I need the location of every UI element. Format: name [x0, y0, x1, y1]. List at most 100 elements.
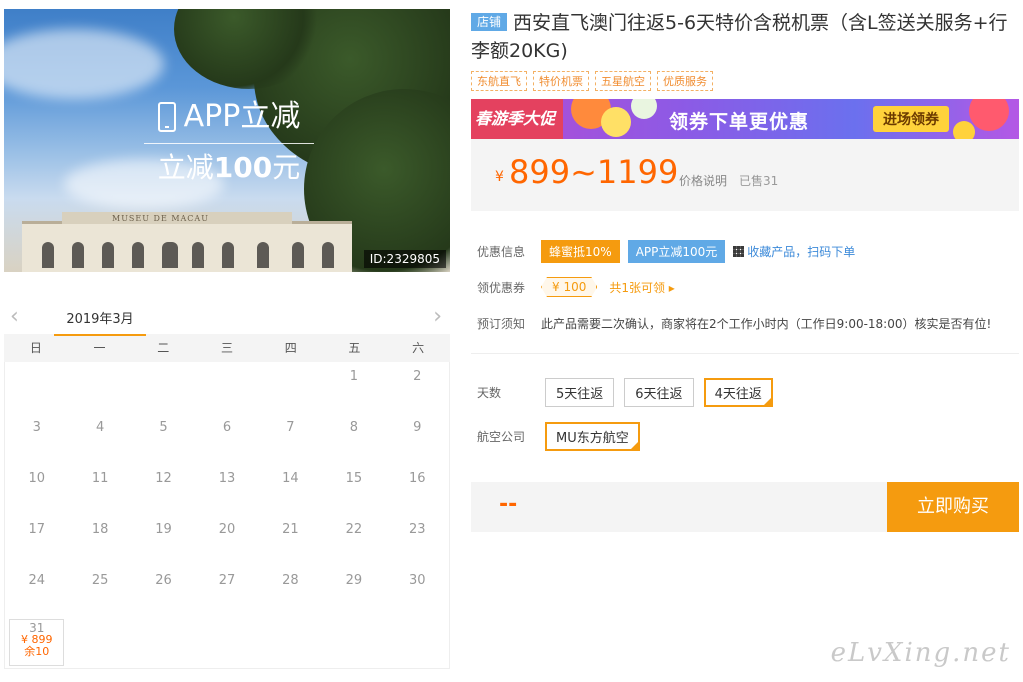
notice-text: 此产品需要二次确认，商家将在2个工作小时内（工作日9:00-18:00）核实是否…	[541, 316, 992, 331]
price-explain-link[interactable]: 价格说明	[679, 172, 727, 189]
sold-count: 已售31	[739, 174, 779, 188]
days-option[interactable]: 6天往返	[624, 377, 694, 407]
calendar-day[interactable]: 20	[195, 515, 258, 566]
calendar-day[interactable]: 3	[5, 413, 68, 464]
calendar-day[interactable]: 13	[195, 464, 258, 515]
selected-price-placeholder: --	[499, 492, 518, 517]
airline-options: MU东方航空	[545, 421, 650, 451]
buy-now-button[interactable]: 立即购买	[887, 482, 1019, 532]
days-option[interactable]: 4天往返	[703, 377, 773, 407]
calendar-month-tab[interactable]: 2019年3月	[54, 308, 146, 336]
product-detail-panel: 店铺 西安直飞澳门往返5-6天特价含税机票（含L签送关服务+行李额20KG) 东航…	[471, 9, 1019, 532]
calendar-day[interactable]: 4	[68, 413, 131, 464]
days-option[interactable]: 5天往返	[545, 377, 615, 407]
product-tag: 五星航空	[595, 71, 651, 91]
calendar-day[interactable]: 15	[322, 464, 385, 515]
calendar-empty-cell	[68, 617, 131, 668]
calendar-day[interactable]: 24	[5, 566, 68, 617]
overlay-divider	[144, 143, 314, 144]
weekday-label: 四	[284, 341, 297, 355]
building-sign: MUSEU DE MACAU	[112, 214, 209, 223]
calendar-day[interactable]: 9	[386, 413, 449, 464]
price-currency: ¥	[495, 169, 504, 185]
cloud-shape	[4, 29, 164, 99]
calendar-day-remain: 余10	[24, 645, 50, 658]
calendar-empty-cell	[68, 362, 131, 413]
product-tag: 特价机票	[533, 71, 589, 91]
calendar-empty-cell	[132, 362, 195, 413]
weekday-label: 三	[220, 341, 233, 355]
departure-calendar: ‹ 2019年3月 › 日一二三四五六 1 2 3 4 5 6 7 8 9 10 11 12 13 14 1…	[4, 300, 450, 669]
product-tag: 东航直飞	[471, 71, 527, 91]
calendar-empty-cell	[5, 362, 68, 413]
calendar-day[interactable]: 19	[132, 515, 195, 566]
weekday-label: 一	[93, 341, 106, 355]
product-title-text: 西安直飞澳门往返5-6天特价含税机票（含L签送关服务+行李额20KG)	[471, 12, 1008, 62]
weekday-label: 日	[29, 341, 42, 355]
calendar-day-available[interactable]: 31 ¥ 899 余10	[9, 619, 65, 666]
calendar-empty-cell	[195, 362, 258, 413]
mobile-phone-icon	[157, 102, 176, 132]
chevron-right-icon[interactable]: ›	[433, 304, 442, 329]
discount-label: 优惠信息	[477, 244, 526, 259]
promo-info-section: 优惠信息 蜂蜜抵10% APP立减100元 收藏产品，扫码下单 领优惠券 ¥ 1…	[471, 233, 1019, 341]
calendar-day[interactable]: 28	[259, 566, 322, 617]
promo-banner-title: 领券下单更优惠	[669, 111, 810, 133]
calendar-day[interactable]: 1	[322, 362, 385, 413]
coupon-label: 领优惠券	[477, 280, 526, 295]
days-options: 5天往返 6天往返 4天往返	[545, 377, 783, 407]
shop-badge: 店铺	[471, 13, 508, 31]
buy-bar: -- 立即购买	[471, 482, 1019, 532]
calendar-day[interactable]: 27	[195, 566, 258, 617]
flower-icon	[601, 107, 631, 137]
notice-row: 预订须知 此产品需要二次确认，商家将在2个工作小时内（工作日9:00-18:00…	[471, 305, 1019, 341]
calendar-day[interactable]: 18	[68, 515, 131, 566]
app-discount-overlay: APP立减 立减100元	[144, 97, 314, 188]
coupon-ticket[interactable]: ¥ 100	[541, 277, 597, 297]
calendar-day[interactable]: 7	[259, 413, 322, 464]
notice-label: 预订须知	[477, 316, 526, 331]
calendar-empty-cell	[132, 617, 195, 668]
calendar-day[interactable]: 25	[68, 566, 131, 617]
coupon-available-link[interactable]: 共1张可领 ▸	[609, 279, 674, 296]
chevron-left-icon[interactable]: ‹	[10, 304, 19, 329]
calendar-day[interactable]: 2	[386, 362, 449, 413]
calendar-day[interactable]: 21	[259, 515, 322, 566]
calendar-day[interactable]: 30	[386, 566, 449, 617]
calendar-day[interactable]: 5	[132, 413, 195, 464]
reduce-amount-text: 立减100元	[157, 151, 301, 184]
section-divider	[471, 353, 1019, 354]
coupon-row: 领优惠券 ¥ 100 共1张可领 ▸	[471, 269, 1019, 305]
collect-product-link[interactable]: 收藏产品，扫码下单	[747, 243, 855, 260]
calendar-day[interactable]: 17	[5, 515, 68, 566]
weekday-label: 五	[348, 341, 361, 355]
flower-icon	[969, 99, 1009, 131]
qr-code-icon	[733, 245, 745, 257]
discount-row: 优惠信息 蜂蜜抵10% APP立减100元 收藏产品，扫码下单	[471, 233, 1019, 269]
price-box: ¥ 899~1199 价格说明 已售31	[471, 139, 1019, 211]
price-range: 899~1199	[509, 153, 679, 191]
calendar-day[interactable]: 29	[322, 566, 385, 617]
calendar-empty-cell	[386, 617, 449, 668]
calendar-day[interactable]: 10	[5, 464, 68, 515]
airline-option[interactable]: MU东方航空	[545, 421, 640, 451]
calendar-day[interactable]: 12	[132, 464, 195, 515]
airline-option-row: 航空公司 MU东方航空	[471, 414, 1019, 458]
calendar-header: ‹ 2019年3月 ›	[4, 300, 450, 336]
calendar-day[interactable]: 22	[322, 515, 385, 566]
app-label: APP立减	[183, 99, 301, 134]
calendar-day[interactable]: 8	[322, 413, 385, 464]
calendar-day[interactable]: 23	[386, 515, 449, 566]
calendar-day[interactable]: 16	[386, 464, 449, 515]
get-coupon-button[interactable]: 进场领券	[873, 106, 949, 132]
flower-icon	[631, 99, 657, 119]
calendar-day[interactable]: 26	[132, 566, 195, 617]
calendar-day[interactable]: 11	[68, 464, 131, 515]
promo-banner-left-text: 春游季大促	[471, 99, 563, 139]
days-label: 天数	[477, 385, 502, 400]
option-selectors: 天数 5天往返 6天往返 4天往返 航空公司 MU东方航空	[471, 370, 1019, 458]
calendar-day[interactable]: 6	[195, 413, 258, 464]
promo-banner[interactable]: 春游季大促 领券下单更优惠 进场领券	[471, 99, 1019, 139]
calendar-day[interactable]: 14	[259, 464, 322, 515]
calendar-empty-cell	[322, 617, 385, 668]
